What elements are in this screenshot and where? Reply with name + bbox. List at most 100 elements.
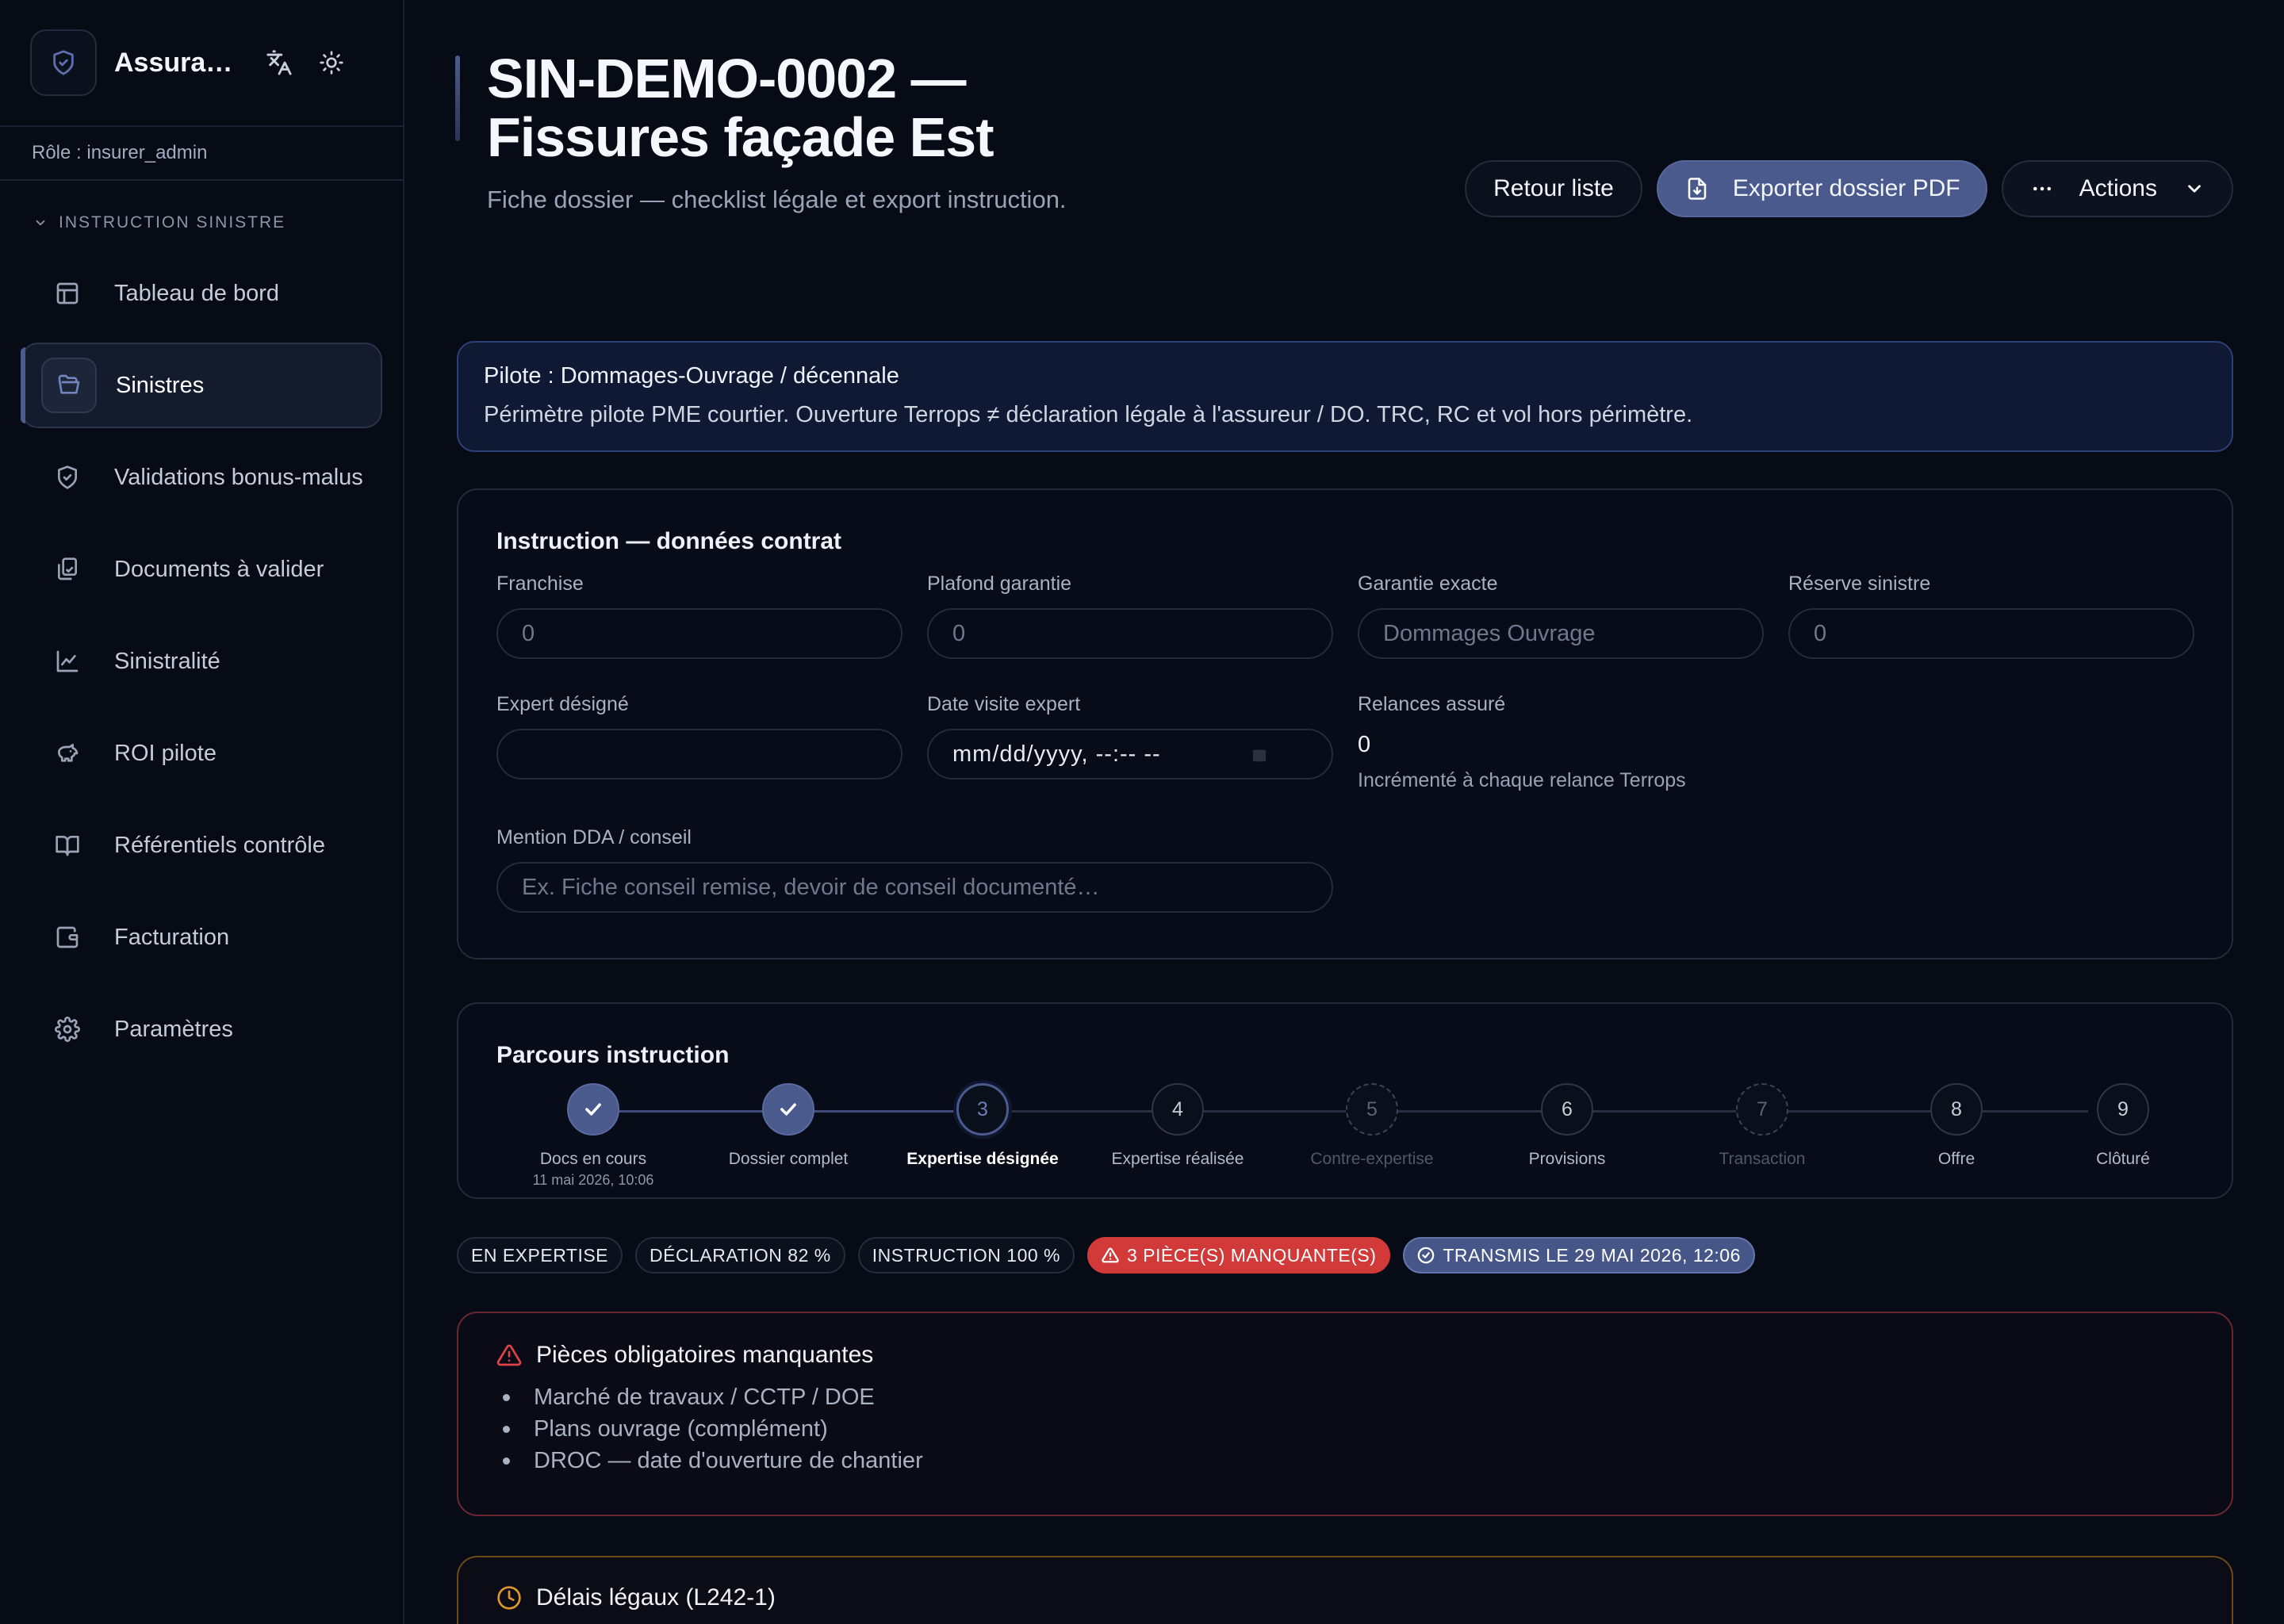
step-dossier-complet[interactable]: Dossier complet [709,1083,868,1169]
contract-card-title: Instruction — données contrat [496,528,842,554]
check-circle-icon [1418,1247,1435,1264]
list-item: DROC — date d'ouverture de chantier [503,1445,2194,1477]
step-cloture[interactable]: 9 Clôturé [2044,1083,2202,1169]
plafond-field-group: Plafond garantie 0 [927,573,1333,659]
sidebar-item-label: Paramètres [114,1016,233,1042]
sidebar-header: Assurance Terrops [0,0,403,127]
export-pdf-button[interactable]: Exporter dossier PDF [1656,160,1987,217]
warning-icon [1102,1247,1119,1263]
list-item: Plans ouvrage (complément) [503,1413,2194,1445]
franchise-input[interactable]: 0 [496,608,902,659]
contract-data-card: Instruction — données contrat Franchise … [457,488,2233,959]
nav-section-toggle[interactable]: INSTRUCTION SINISTRE [0,211,403,235]
step-label: Expertise réalisée [1111,1150,1244,1168]
step-docs-en-cours[interactable]: Docs en cours 11 mai 2026, 10:06 [514,1083,673,1189]
sidebar-item-referentiels[interactable]: Référentiels contrôle [21,802,382,888]
legal-deadlines-title-text: Délais légaux (L242-1) [536,1584,776,1611]
step-label: Offre [1937,1150,1976,1168]
step-circle: 6 [1541,1083,1593,1136]
sidebar-item-label: Sinistralité [114,648,220,674]
chevron-down-icon [36,220,45,226]
date-visite-field-group: Date visite expert mm/dd/yyyy, --:-- -- [927,693,1333,779]
expert-field-group: Expert désigné [496,693,902,779]
step-circle: 7 [1736,1083,1788,1136]
list-item: Marché de travaux / CCTP / DOE [503,1381,2194,1413]
missing-documents-title: Pièces obligatoires manquantes [496,1342,2194,1369]
progress-stepper: Docs en cours 11 mai 2026, 10:06 Dossier… [496,1083,2194,1194]
back-to-list-button[interactable]: Retour liste [1465,160,1642,217]
sidebar-item-label: Documents à valider [114,556,324,582]
actions-label: Actions [2079,175,2157,201]
sidebar-item-label: Tableau de bord [114,280,279,306]
sidebar-item-dashboard[interactable]: Tableau de bord [21,251,382,336]
step-circle: 4 [1152,1083,1204,1136]
transmitted-badge: TRANSMIS LE 29 MAI 2026, 12:06 [1403,1237,1755,1274]
instruction-progress-card: Parcours instruction Docs en cours 11 ma… [457,1002,2233,1199]
instruction-badge: INSTRUCTION 100 % [857,1237,1075,1274]
book-open-icon [40,818,95,873]
page-title-line2: Fissures façade Est [487,106,994,168]
app-name: Assurance Terrops [114,47,241,78]
step-expertise-designee[interactable]: 3 Expertise désignée [903,1083,1062,1169]
legal-deadlines-title: Délais légaux (L242-1) [496,1584,2194,1611]
wallet-icon [40,910,95,965]
transmitted-label: TRANSMIS LE 29 MAI 2026, 12:06 [1443,1244,1741,1266]
step-transaction[interactable]: 7 Transaction [1683,1083,1841,1169]
mention-input[interactable]: Ex. Fiche conseil remise, devoir de cons… [496,862,1333,913]
sidebar-item-documents[interactable]: Documents à valider [21,527,382,612]
page-title-line1: SIN-DEMO-0002 — [487,48,966,109]
date-visite-input[interactable]: mm/dd/yyyy, --:-- -- [927,729,1333,779]
pilot-title: Pilote : Dommages-Ouvrage / décennale [484,363,899,389]
status-badges: EN EXPERTISE DÉCLARATION 82 % INSTRUCTIO… [457,1237,1755,1274]
franchise-field-group: Franchise 0 [496,573,902,659]
step-label: Transaction [1719,1150,1806,1168]
garantie-field-group: Garantie exacte Dommages Ouvrage [1358,573,1764,659]
status-badge: EN EXPERTISE [457,1237,623,1274]
chart-line-icon [40,634,95,689]
missing-pieces-badge: 3 PIÈCE(S) MANQUANTE(S) [1087,1237,1391,1274]
layout-icon [40,266,95,321]
relances-label: Relances assuré [1358,693,1506,715]
step-expertise-realisee[interactable]: 4 Expertise réalisée [1098,1083,1257,1169]
reserve-input[interactable]: 0 [1788,608,2194,659]
step-label: Provisions [1528,1150,1606,1168]
export-pdf-label: Exporter dossier PDF [1732,175,1960,201]
sidebar-item-label: Facturation [114,924,230,950]
translate-icon[interactable] [263,47,295,79]
step-label: Contre-expertise [1310,1150,1434,1168]
user-role: Rôle : insurer_admin [0,127,403,181]
step-contre-expertise[interactable]: 5 Contre-expertise [1293,1083,1451,1169]
expert-input[interactable] [496,729,902,779]
step-circle: 9 [2097,1083,2149,1136]
sun-icon[interactable] [316,47,347,79]
header-actions: Retour liste Exporter dossier PDF Action… [1465,160,2233,217]
sidebar-item-roi[interactable]: ROI pilote [21,710,382,796]
date-visite-value: mm/dd/yyyy, --:-- -- [952,741,1161,767]
reserve-field-group: Réserve sinistre 0 [1788,573,2194,659]
expert-label: Expert désigné [496,693,629,715]
sidebar-item-parametres[interactable]: Paramètres [21,986,382,1072]
relances-hint: Incrémenté à chaque relance Terrops [1358,769,1686,791]
sidebar-item-sinistralite[interactable]: Sinistralité [21,619,382,704]
actions-menu-button[interactable]: Actions [2001,160,2233,217]
step-offre[interactable]: 8 Offre [1877,1083,2036,1169]
shield-icon [40,450,95,505]
sidebar-item-facturation[interactable]: Facturation [21,894,382,980]
pilot-description: Périmètre pilote PME courtier. Ouverture… [484,402,1693,427]
missing-documents-list: Marché de travaux / CCTP / DOE Plans ouv… [503,1381,2194,1477]
plafond-input[interactable]: 0 [927,608,1333,659]
app-logo[interactable] [30,29,97,96]
chevron-down-icon [2188,185,2201,193]
calendar-icon[interactable] [1251,746,1268,764]
garantie-input[interactable]: Dommages Ouvrage [1358,608,1764,659]
step-label: Clôturé [2096,1150,2150,1168]
step-provisions[interactable]: 6 Provisions [1488,1083,1646,1169]
progress-card-title: Parcours instruction [496,1042,730,1068]
sidebar-item-sinistres[interactable]: Sinistres [21,343,382,428]
check-icon [585,1103,601,1116]
step-date: 11 mai 2026, 10:06 [532,1172,654,1188]
relances-value: 0 [1358,732,1371,757]
shield-check-icon [53,50,74,75]
sidebar-item-bonus-malus[interactable]: Validations bonus-malus [21,435,382,520]
sidebar-item-label: Validations bonus-malus [114,464,363,490]
